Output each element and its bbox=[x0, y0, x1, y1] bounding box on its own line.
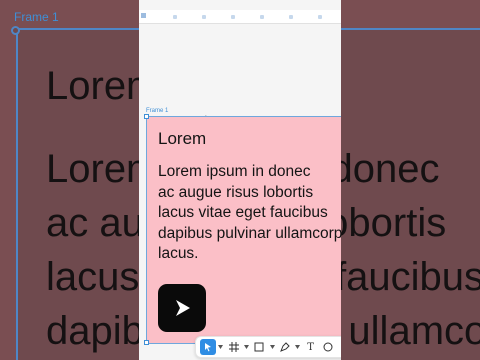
arrow-button[interactable] bbox=[158, 284, 206, 332]
frame-1[interactable]: Lorem Lorem ipsum in donec ac augue risu… bbox=[146, 116, 341, 344]
ruler-tick bbox=[289, 15, 293, 19]
ruler-tick bbox=[173, 15, 177, 19]
text-tool-glyph: T bbox=[307, 341, 314, 353]
ruler-origin-marker bbox=[141, 13, 146, 18]
pointer-tool-icon[interactable] bbox=[200, 339, 216, 355]
card-title[interactable]: Lorem bbox=[158, 129, 206, 149]
frame-corner-handle[interactable] bbox=[144, 340, 149, 345]
ruler-tick bbox=[231, 15, 235, 19]
card-body-line: ac augue risus lobortis bbox=[158, 183, 314, 201]
pen-tool-icon[interactable] bbox=[277, 339, 293, 355]
chevron-down-icon[interactable] bbox=[295, 339, 301, 355]
text-tool-icon[interactable]: T bbox=[303, 339, 319, 355]
frame-label[interactable]: Frame 1 bbox=[146, 108, 168, 114]
chevron-down-icon[interactable] bbox=[243, 339, 249, 355]
background-frame-corner-handle bbox=[11, 26, 20, 35]
ruler-tick bbox=[202, 15, 206, 19]
ruler-tick bbox=[318, 15, 322, 19]
top-ruler bbox=[139, 10, 341, 24]
background-frame-label: Frame 1 bbox=[14, 10, 59, 24]
design-editor: Frame 1 ↕ Lorem Lorem ipsum in donec ac … bbox=[139, 0, 341, 360]
chevron-down-icon[interactable] bbox=[218, 339, 224, 355]
card-body-line: lacus vitae eget faucibus bbox=[158, 204, 328, 221]
card-body-line: Lorem ipsum in donec bbox=[158, 163, 311, 180]
chevron-down-icon[interactable] bbox=[269, 339, 275, 355]
ellipse-tool-icon[interactable] bbox=[320, 339, 336, 355]
ruler-tick bbox=[260, 15, 264, 19]
card-body-line: dapibus pulvinar ullamcorper bbox=[158, 224, 341, 242]
arrow-right-icon bbox=[176, 300, 190, 316]
more-tool-icon[interactable] bbox=[338, 339, 341, 355]
card-body-line: lacus. bbox=[158, 245, 199, 262]
rectangle-tool-icon[interactable] bbox=[251, 339, 267, 355]
bottom-toolbar: T bbox=[195, 336, 341, 358]
frame-corner-handle[interactable] bbox=[144, 114, 149, 119]
frame-tool-icon[interactable] bbox=[226, 339, 242, 355]
card-body-text[interactable]: Lorem ipsum in donec ac augue risus lobo… bbox=[158, 162, 341, 265]
